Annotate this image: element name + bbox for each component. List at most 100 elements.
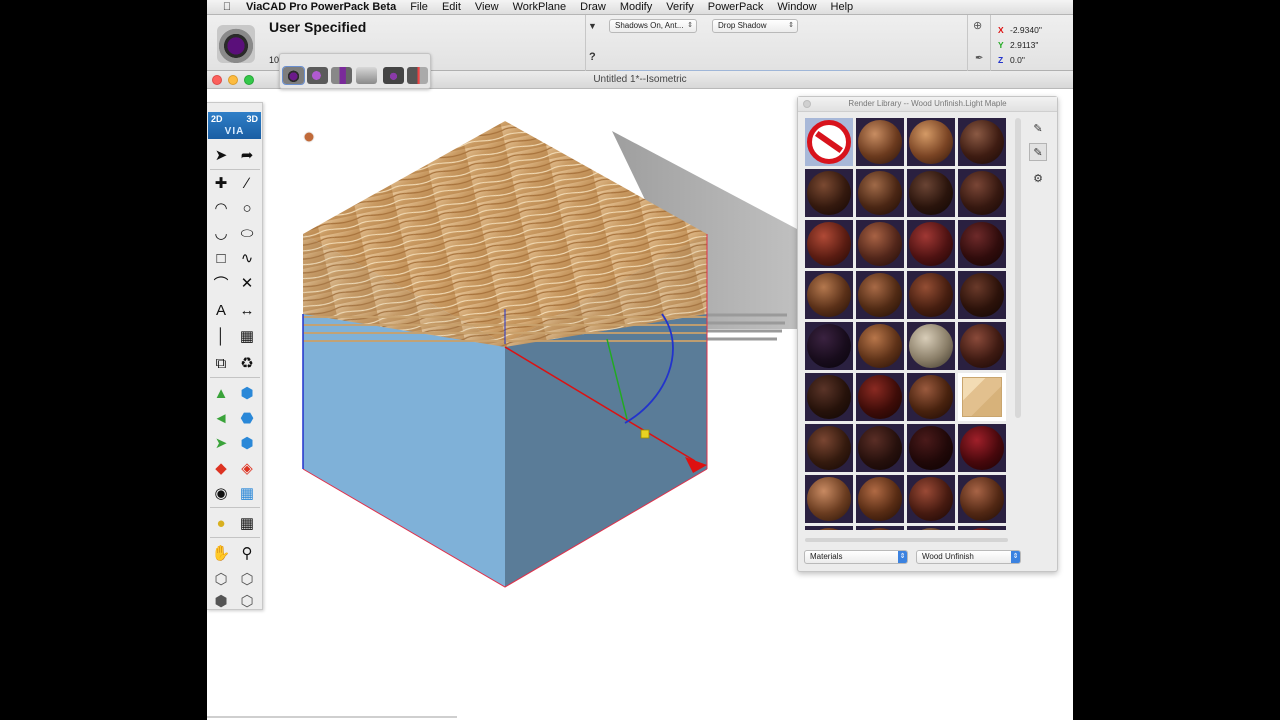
material-swatch[interactable] — [958, 220, 1006, 268]
material-swatch[interactable] — [856, 373, 904, 421]
menu-powerpack[interactable]: PowerPack — [708, 1, 764, 13]
target-icon[interactable]: ⊕ — [973, 20, 985, 32]
menu-edit[interactable]: Edit — [442, 1, 461, 13]
line-tool-icon[interactable]: ∕ — [235, 171, 259, 195]
material-swatch[interactable] — [958, 424, 1006, 472]
menu-file[interactable]: File — [410, 1, 428, 13]
render-library-horizontal-scrollbar[interactable] — [805, 538, 1008, 542]
coord-x-value[interactable]: -2.9340" — [1010, 25, 1042, 35]
material-swatch[interactable] — [907, 475, 955, 523]
via-2d3d-logo[interactable]: 2D 3D VIA — [208, 112, 261, 139]
viewport-horizontal-scrollbar[interactable] — [207, 716, 457, 718]
select-outline-arrow-icon[interactable]: ➦ — [235, 143, 259, 167]
point-tool-icon[interactable]: ✚ — [209, 171, 233, 195]
material-swatch[interactable] — [856, 169, 904, 217]
arc-tool-icon[interactable]: ◠ — [209, 196, 233, 220]
library-category-popup[interactable]: Materials ⇕ — [804, 550, 908, 564]
material-swatch-light-maple[interactable] — [958, 373, 1006, 421]
material-swatch[interactable] — [856, 220, 904, 268]
primitive-box-icon[interactable]: ⬢ — [235, 381, 259, 405]
apple-icon[interactable]:  — [220, 1, 234, 13]
view-cube-wire-icon[interactable]: ⬡ — [209, 567, 233, 591]
fillet-tool-icon[interactable]: ⌒ — [209, 271, 233, 295]
mode-value-field[interactable]: 10 — [269, 55, 279, 65]
menu-modify[interactable]: Modify — [620, 1, 652, 13]
solid-cube-icon[interactable]: ⬢ — [235, 431, 259, 455]
array-tool-icon[interactable]: ▦ — [235, 481, 259, 505]
split-tool-icon[interactable]: ◈ — [235, 456, 259, 480]
menu-verify[interactable]: Verify — [666, 1, 694, 13]
shadows-popup[interactable]: Shadows On, Ant... ⇕ — [609, 19, 697, 33]
blend-tool-icon[interactable]: ◉ — [209, 481, 233, 505]
material-swatch[interactable] — [805, 322, 853, 370]
menu-draw[interactable]: Draw — [580, 1, 606, 13]
disclosure-triangle-icon[interactable]: ▼ — [588, 21, 597, 31]
material-swatch[interactable] — [907, 220, 955, 268]
menu-workplane[interactable]: WorkPlane — [513, 1, 567, 13]
dimension-tool-icon[interactable]: ↔ — [235, 298, 259, 322]
ellipse-tool-icon[interactable]: ⬭ — [235, 221, 259, 245]
coord-z-value[interactable]: 0.0" — [1010, 55, 1025, 65]
material-swatch[interactable] — [805, 169, 853, 217]
material-swatch[interactable] — [958, 118, 1006, 166]
menu-help[interactable]: Help — [831, 1, 854, 13]
menu-view[interactable]: View — [475, 1, 499, 13]
material-swatch[interactable] — [805, 373, 853, 421]
edit-library-icon[interactable]: ✎ — [1029, 143, 1047, 161]
camera-target-button[interactable] — [407, 67, 428, 84]
library-settings-icon[interactable]: ⚙ — [1029, 169, 1047, 187]
material-swatch[interactable] — [958, 475, 1006, 523]
view-cube-hidden-icon[interactable]: ⬡ — [235, 567, 259, 591]
coord-y-value[interactable]: 2.9113" — [1010, 40, 1038, 50]
light-source-icon[interactable] — [303, 131, 315, 143]
camera-perspective-button[interactable] — [307, 67, 328, 84]
drop-shadow-popup[interactable]: Drop Shadow ⇕ — [712, 19, 798, 33]
rectangle-tool-icon[interactable]: □ — [209, 246, 233, 270]
divider-line-icon[interactable]: │ — [209, 324, 233, 348]
sweep-tool-icon[interactable]: ➤ — [209, 431, 233, 455]
extrude-tool-icon[interactable]: ▲ — [209, 381, 233, 405]
hatch-tool-icon[interactable]: ▦ — [235, 324, 259, 348]
material-swatch[interactable] — [958, 322, 1006, 370]
material-swatch[interactable] — [958, 271, 1006, 319]
transform-tool-icon[interactable]: ⧉ — [209, 351, 233, 375]
material-swatch[interactable] — [856, 424, 904, 472]
menu-window[interactable]: Window — [777, 1, 816, 13]
pan-hand-icon[interactable]: ✋ — [209, 541, 233, 565]
material-swatch[interactable] — [907, 118, 955, 166]
shell-tool-icon[interactable]: ⬣ — [235, 406, 259, 430]
menu-app-name[interactable]: ViaCAD Pro PowerPack Beta — [246, 1, 396, 13]
camera-iso-button[interactable] — [282, 66, 305, 85]
render-library-titlebar[interactable]: Render Library -- Wood Unfinish.Light Ma… — [798, 97, 1057, 112]
camera-orbit-button[interactable] — [331, 67, 352, 84]
render-material-icon[interactable]: ● — [209, 511, 233, 535]
material-swatch[interactable] — [907, 373, 955, 421]
material-swatch[interactable] — [856, 475, 904, 523]
boolean-tool-icon[interactable]: ◆ — [209, 456, 233, 480]
library-subcategory-popup[interactable]: Wood Unfinish ⇕ — [916, 550, 1021, 564]
material-swatch[interactable] — [856, 271, 904, 319]
trim-tool-icon[interactable]: ✕ — [235, 271, 259, 295]
material-swatch[interactable] — [907, 271, 955, 319]
circle-tool-icon[interactable]: ○ — [235, 196, 259, 220]
material-swatch[interactable] — [907, 169, 955, 217]
revolve-tool-icon[interactable]: ◄ — [209, 406, 233, 430]
material-swatch[interactable] — [805, 424, 853, 472]
arc-three-point-icon[interactable]: ◡ — [209, 221, 233, 245]
material-swatch[interactable] — [907, 526, 955, 530]
camera-film-button[interactable] — [356, 67, 377, 84]
view-cube-shaded-icon[interactable]: ⬢ — [209, 589, 233, 613]
material-swatch[interactable] — [805, 220, 853, 268]
material-swatch[interactable] — [856, 526, 904, 530]
view-cube-outline-icon[interactable]: ⬡ — [235, 589, 259, 613]
pencil-icon[interactable]: ✒ — [975, 53, 983, 64]
edit-material-icon[interactable]: ✎ — [1029, 119, 1047, 137]
edit-tool-icon[interactable]: ♻ — [235, 351, 259, 375]
select-arrow-icon[interactable]: ➤ — [209, 143, 233, 167]
material-swatch[interactable] — [805, 526, 853, 530]
material-swatch[interactable] — [958, 526, 1006, 530]
render-library-vertical-scrollbar[interactable] — [1015, 118, 1021, 418]
measure-tool-icon[interactable]: ▦ — [235, 511, 259, 535]
help-button[interactable]: ? — [589, 51, 596, 63]
zoom-magnifier-icon[interactable]: ⚲ — [235, 541, 259, 565]
